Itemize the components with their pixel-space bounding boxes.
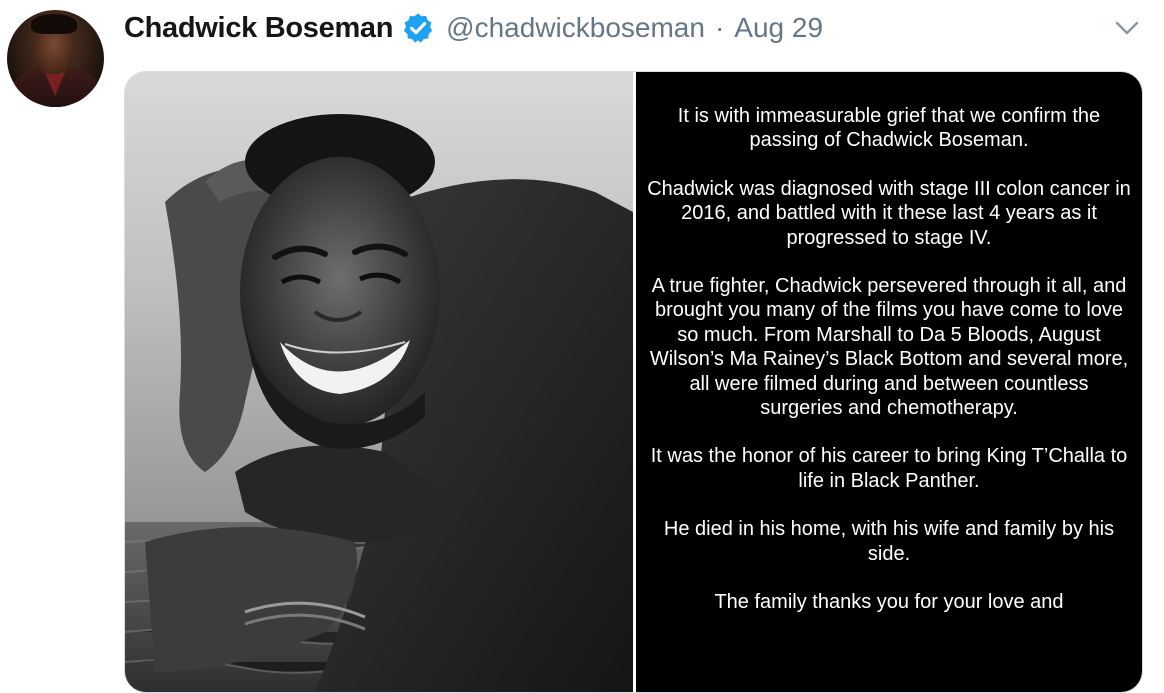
author-avatar[interactable] [7, 10, 104, 107]
tweet-media[interactable]: It is with immeasurable grief that we co… [124, 71, 1143, 693]
header-separator: · [714, 12, 725, 43]
statement-image[interactable]: It is with immeasurable grief that we co… [636, 72, 1142, 692]
author-name[interactable]: Chadwick Boseman [124, 12, 393, 45]
avatar-hair [31, 14, 77, 34]
statement-paragraph-3: A true fighter, Chadwick persevered thro… [649, 275, 1129, 420]
statement-paragraph-6: The family thanks you for your love and [714, 591, 1064, 614]
tweet-header: Chadwick Boseman @chadwickboseman · Aug … [124, 8, 823, 48]
statement-paragraph-1: It is with immeasurable grief that we co… [677, 105, 1101, 152]
statement-paragraph-5: He died in his home, with his wife and f… [663, 518, 1115, 565]
statement-paragraph-2: Chadwick was diagnosed with stage III co… [647, 177, 1131, 249]
chevron-down-icon[interactable] [1114, 17, 1140, 39]
verified-badge-icon [402, 12, 434, 44]
author-handle[interactable]: @chadwickboseman [446, 12, 705, 44]
tweet-date[interactable]: Aug 29 [734, 12, 823, 44]
portrait-photo[interactable] [125, 72, 633, 692]
statement-paragraph-4: It was the honor of his career to bring … [650, 445, 1128, 492]
statement-text: It is with immeasurable grief that we co… [646, 104, 1132, 639]
